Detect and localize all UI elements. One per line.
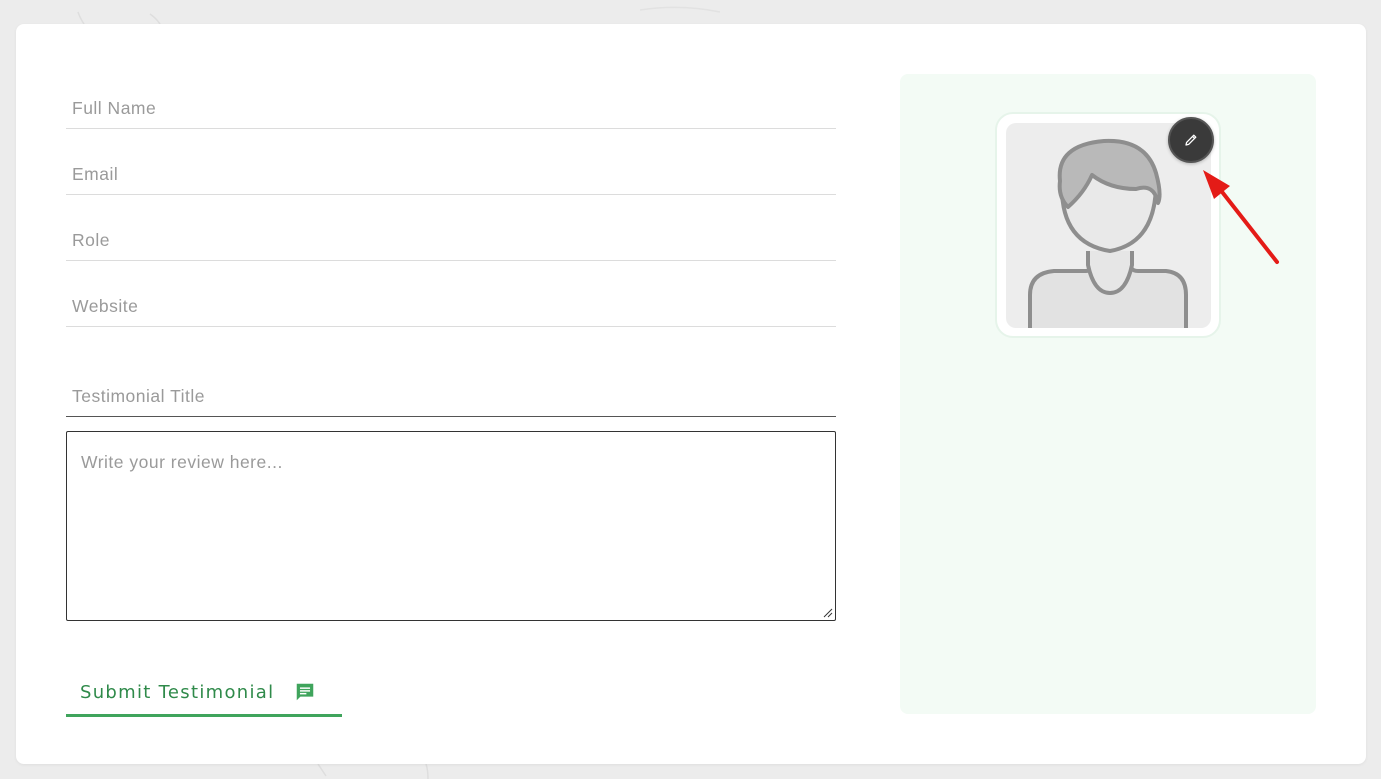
- email-field[interactable]: [66, 154, 836, 195]
- email-input[interactable]: [66, 154, 836, 194]
- role-field[interactable]: [66, 220, 836, 261]
- resize-handle-icon[interactable]: [823, 608, 833, 618]
- website-field[interactable]: [66, 286, 836, 327]
- testimonial-form-card: Submit Testimonial: [16, 24, 1366, 764]
- full-name-field[interactable]: [66, 88, 836, 129]
- submit-button-label: Submit Testimonial: [80, 681, 275, 703]
- testimonial-title-input[interactable]: [66, 376, 836, 416]
- testimonial-title-field[interactable]: [66, 376, 836, 417]
- submit-testimonial-button[interactable]: Submit Testimonial: [66, 670, 342, 717]
- full-name-input[interactable]: [66, 88, 836, 128]
- pencil-icon: [1185, 134, 1197, 146]
- avatar-frame: [995, 112, 1221, 338]
- avatar-panel: [900, 74, 1316, 714]
- review-textarea-box[interactable]: [66, 431, 836, 621]
- website-input[interactable]: [66, 286, 836, 326]
- role-input[interactable]: [66, 220, 836, 260]
- comment-icon: [297, 683, 314, 701]
- edit-avatar-button[interactable]: [1168, 117, 1214, 163]
- review-textarea[interactable]: [67, 432, 835, 620]
